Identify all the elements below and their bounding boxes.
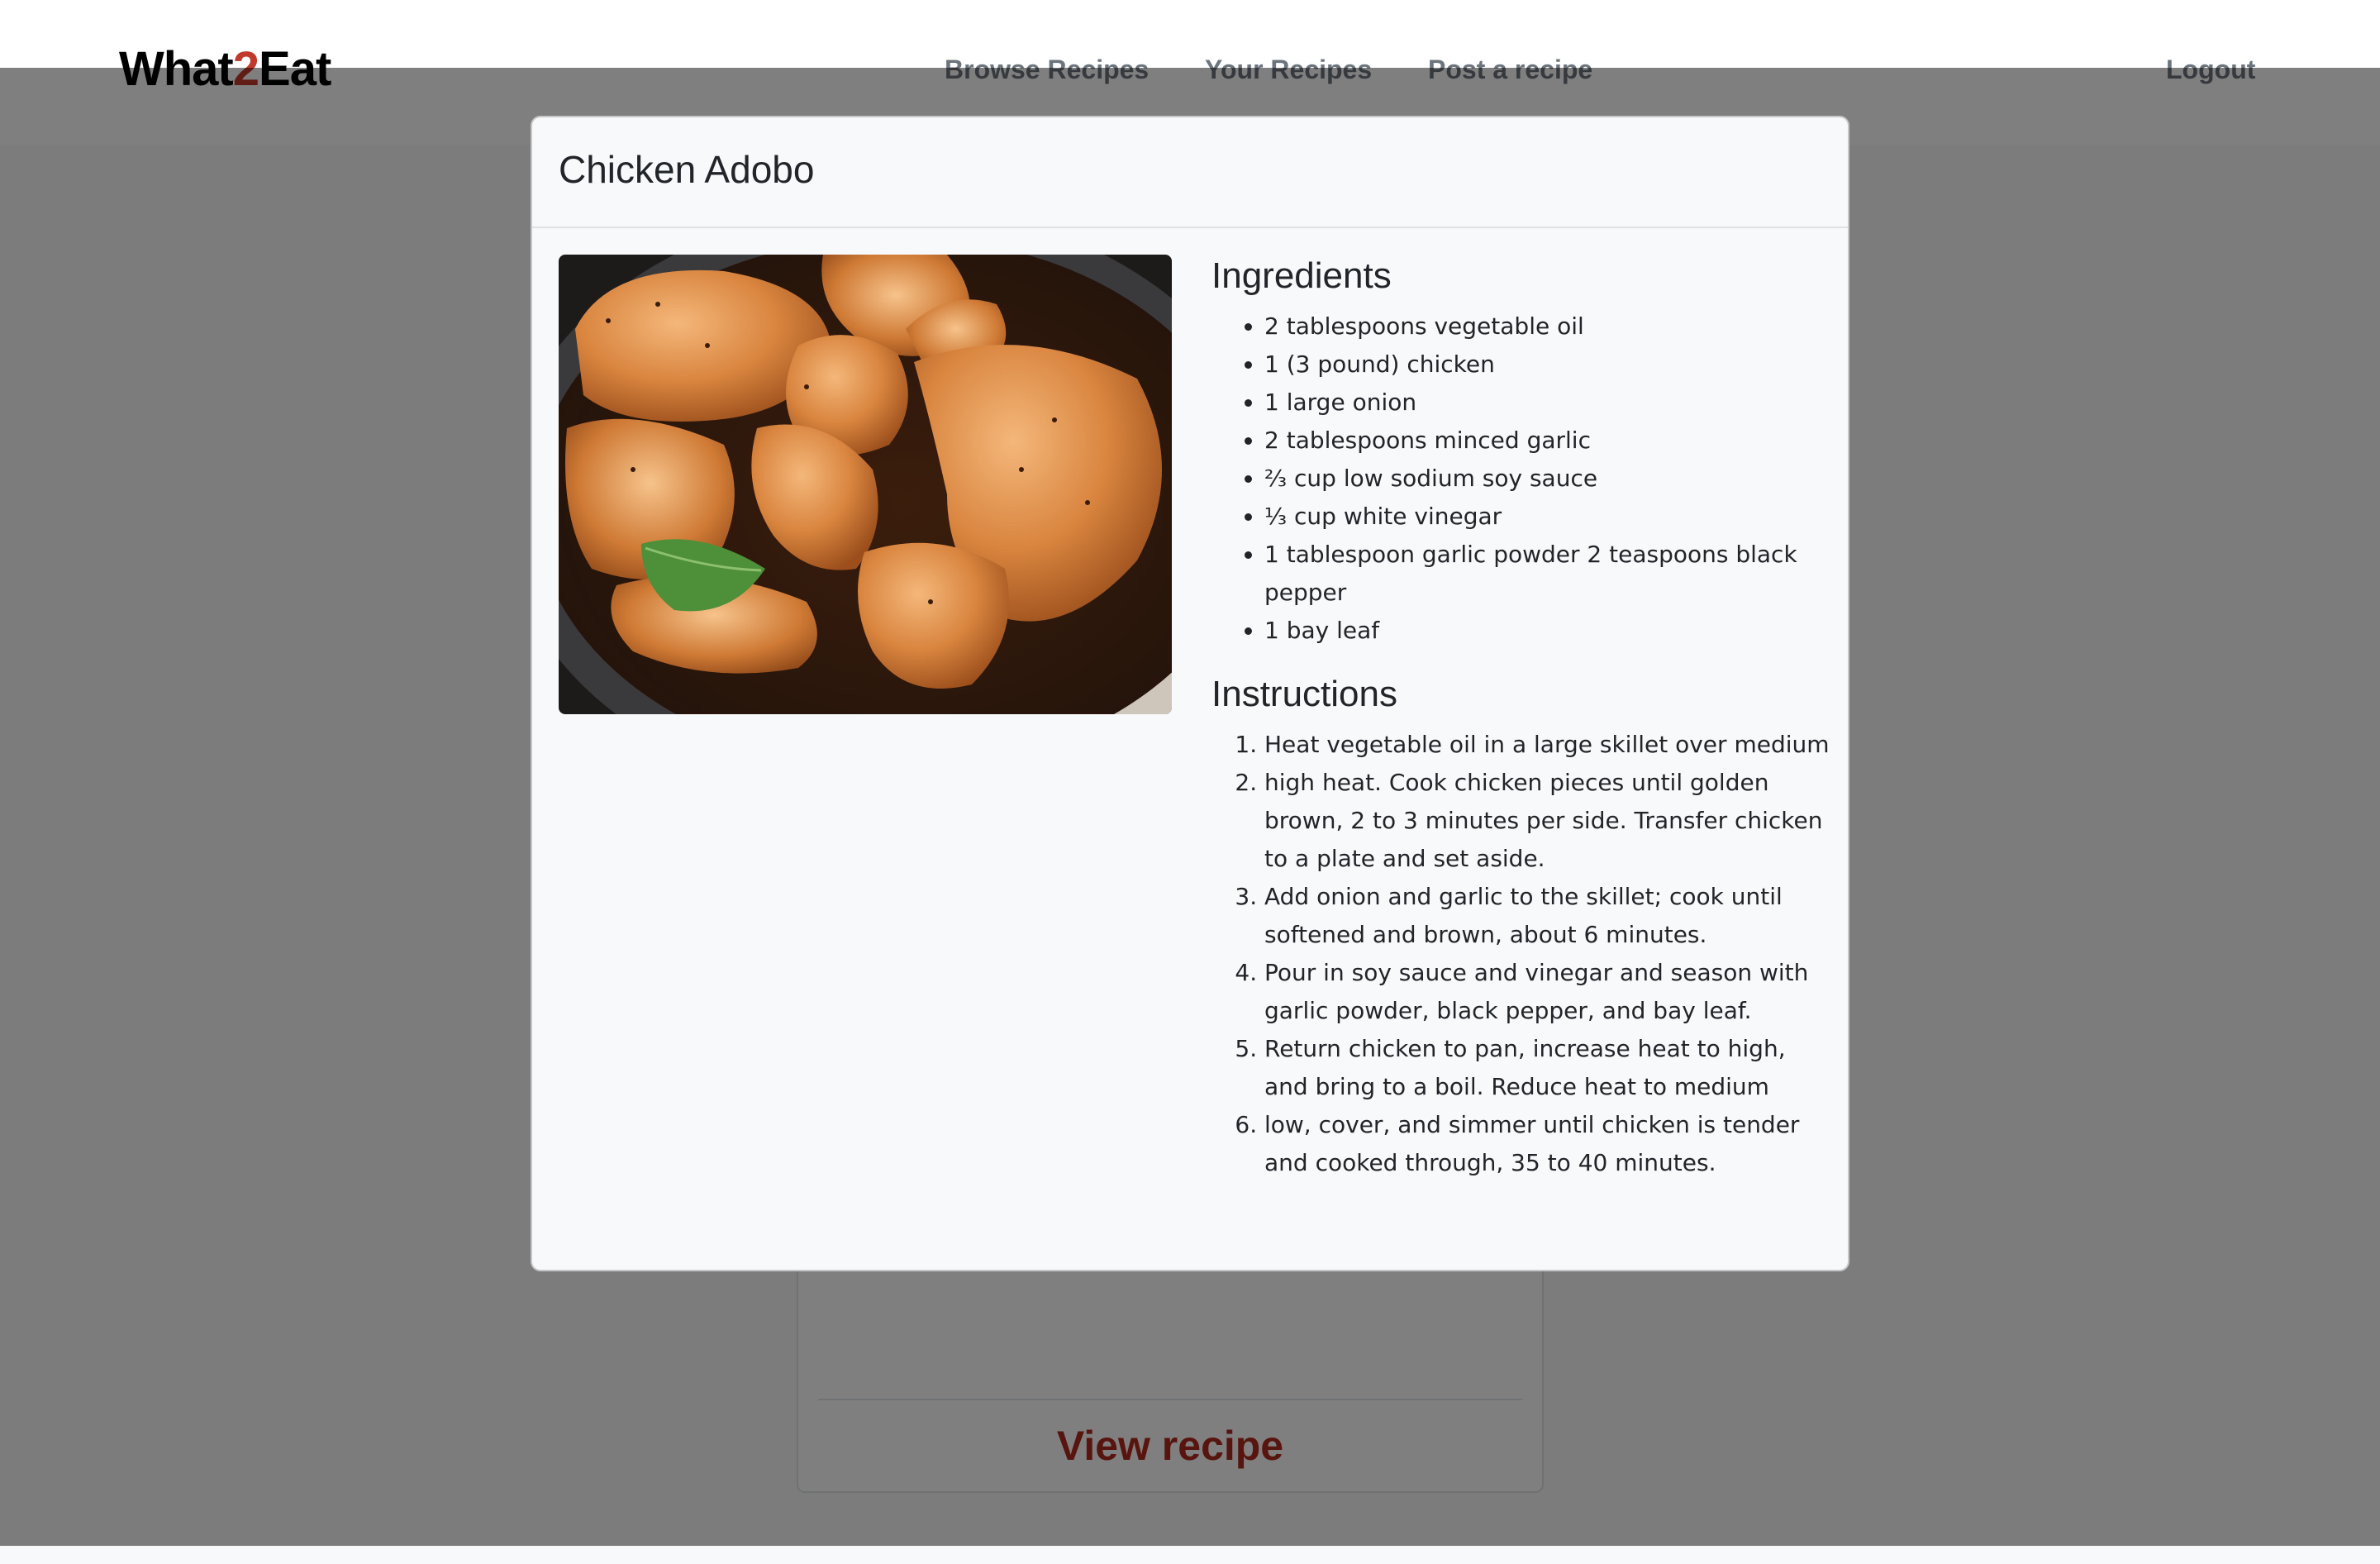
ingredients-list: 2 tablespoons vegetable oil 1 (3 pound) … <box>1211 308 1831 650</box>
recipe-modal: Chicken Adobo Ingredients • 2 tablespoon… <box>531 116 1849 1271</box>
ingredient-item: 1 (3 pound) chicken <box>1264 346 1831 384</box>
instruction-step: Heat vegetable oil in a large skillet ov… <box>1264 726 1831 764</box>
modal-body: Ingredients 2 tablespoons vegetable oil … <box>532 228 1848 1176</box>
ingredient-item: 2 tablespoons minced garlic <box>1264 422 1831 460</box>
ingredient-item: 2 tablespoons vegetable oil <box>1264 308 1831 346</box>
modal-title: Chicken Adobo <box>559 148 815 191</box>
ingredients-heading: Ingredients <box>1211 255 1392 296</box>
ingredient-item: 1 bay leaf <box>1264 612 1831 650</box>
recipe-details: Ingredients 2 tablespoons vegetable oil … <box>1211 251 1831 1202</box>
instruction-step: Add onion and garlic to the skillet; coo… <box>1264 878 1831 954</box>
recipe-photo <box>559 255 1172 714</box>
instruction-step: Return chicken to pan, increase heat to … <box>1264 1030 1831 1106</box>
ingredient-item: 1 large onion <box>1264 384 1831 422</box>
footer <box>0 1546 2380 1564</box>
ingredient-item: ⅓ cup white vinegar <box>1264 498 1831 536</box>
instruction-step: high heat. Cook chicken pieces until gol… <box>1264 764 1831 878</box>
instructions-list: Heat vegetable oil in a large skillet ov… <box>1211 726 1831 1182</box>
instruction-step: Pour in soy sauce and vinegar and season… <box>1264 954 1831 1030</box>
instructions-heading: Instructions <box>1211 674 1397 714</box>
ingredient-item: 1 tablespoon garlic powder 2 teaspoons b… <box>1264 536 1831 612</box>
ingredient-item: ⅔ cup low sodium soy sauce <box>1264 460 1831 498</box>
modal-header: Chicken Adobo <box>532 117 1848 228</box>
instruction-step: low, cover, and simmer until chicken is … <box>1264 1106 1831 1182</box>
